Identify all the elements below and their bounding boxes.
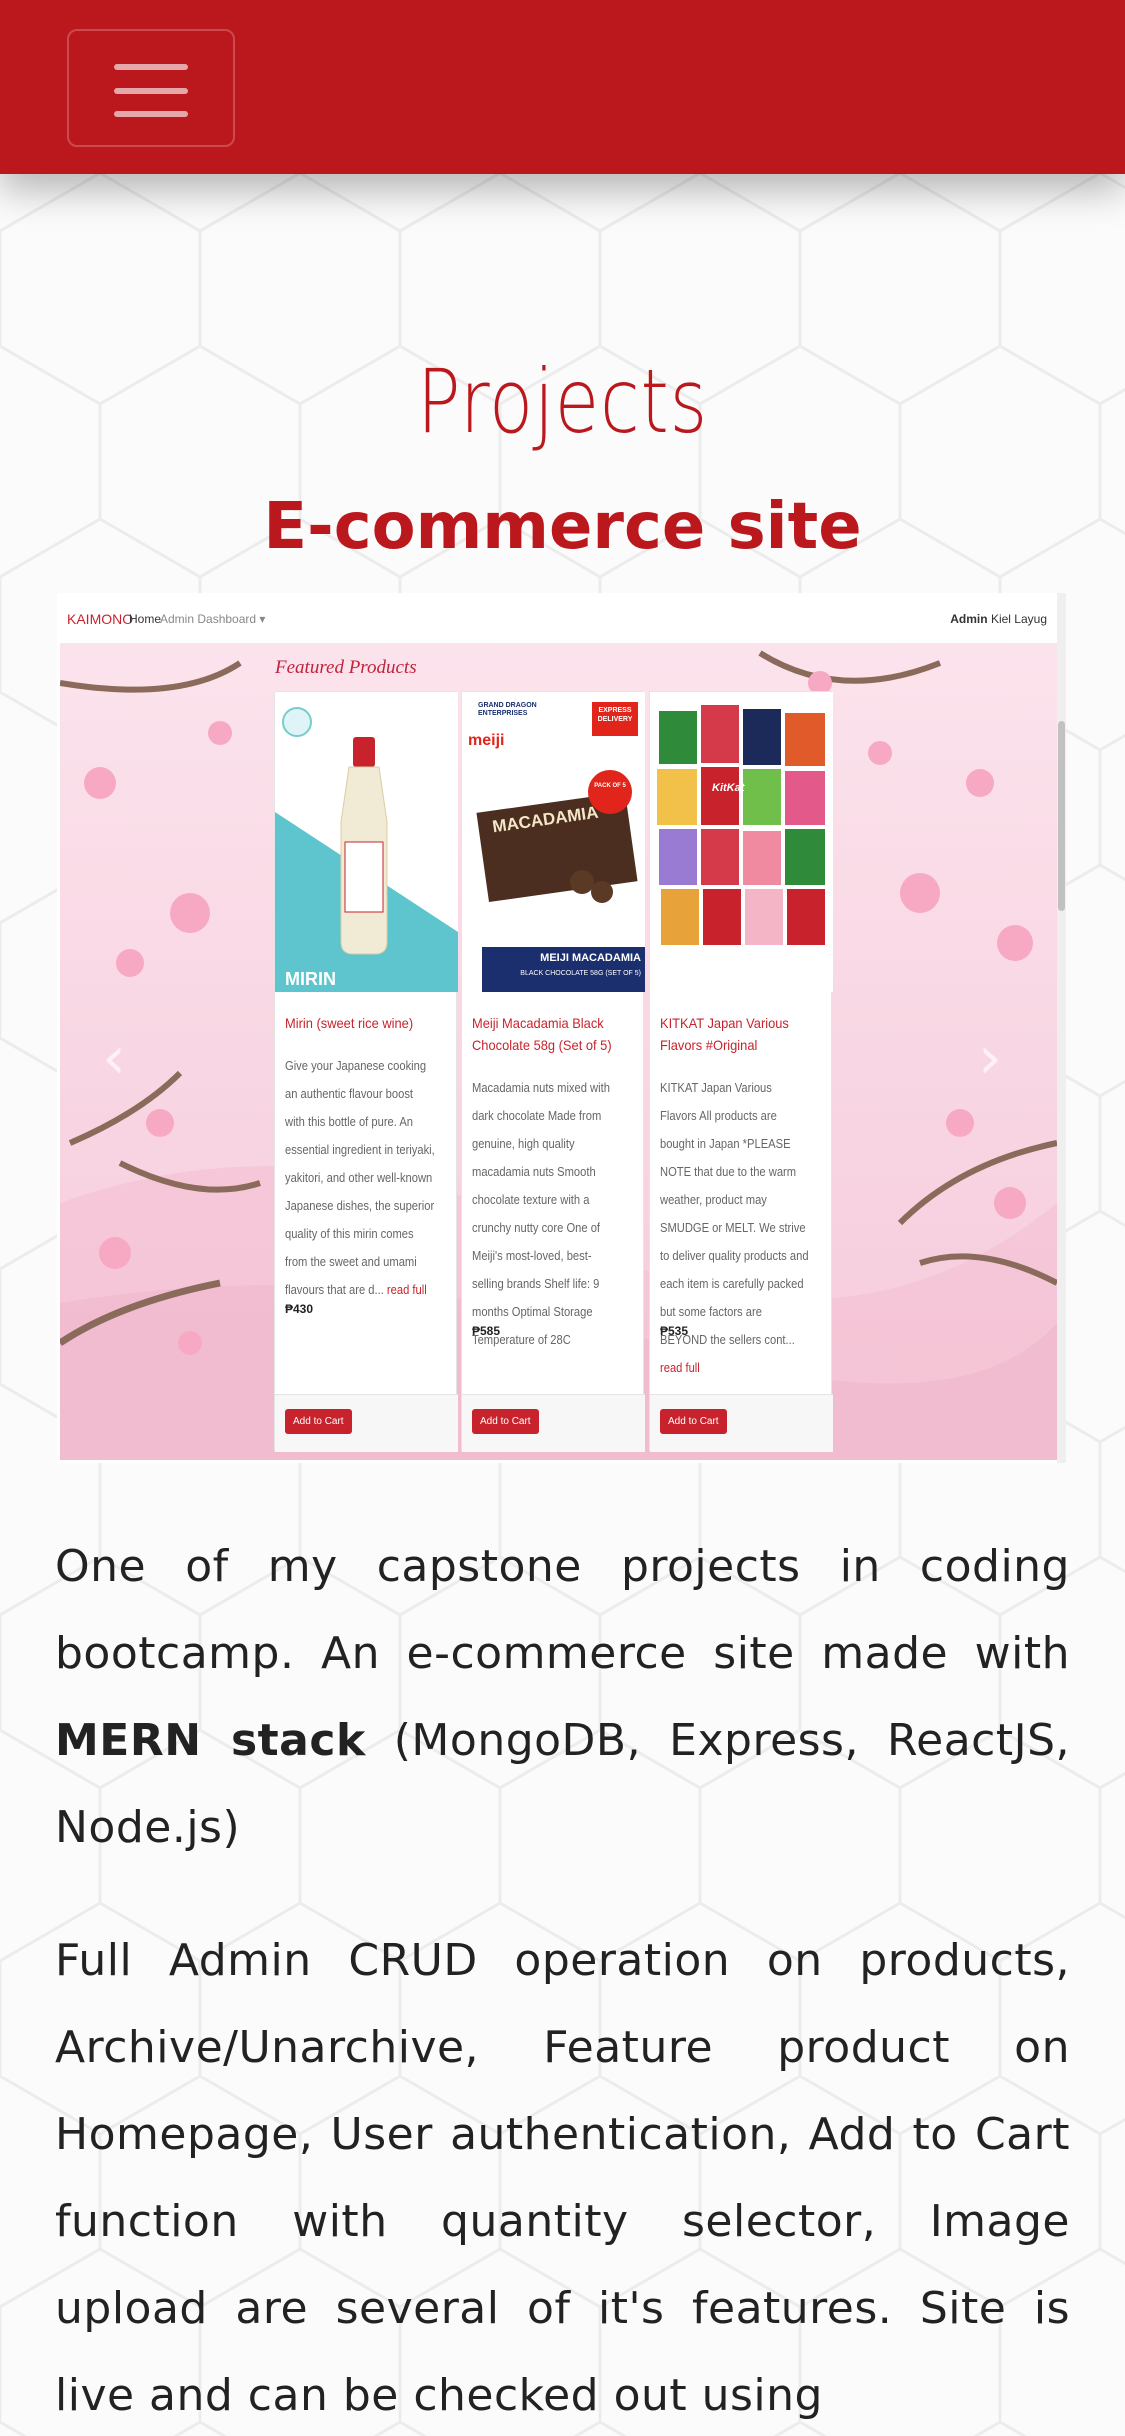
product-card: MIRIN Mirin (sweet rice wine) Give your … bbox=[274, 691, 458, 1452]
product-card: GRAND DRAGON ENTERPRISES EXPRESS DELIVER… bbox=[461, 691, 645, 1452]
product-image-logo: KitKat bbox=[712, 782, 745, 794]
tech-stack-highlight: MERN stack bbox=[55, 1715, 366, 1766]
product-price: ₱585 bbox=[472, 1324, 501, 1338]
screenshot-brand: KAIMONO bbox=[67, 611, 134, 627]
screenshot-user: Admin Kiel Layug bbox=[950, 612, 1047, 626]
product-price: ₱535 bbox=[660, 1324, 689, 1338]
carousel-next-icon[interactable]: › bbox=[978, 1023, 1002, 1093]
screenshot-nav-admin: Admin Dashboard ▾ bbox=[160, 612, 266, 626]
carousel-prev-icon[interactable]: ‹ bbox=[102, 1023, 126, 1093]
hamburger-menu-button[interactable] bbox=[67, 29, 235, 147]
product-image-label: MIRIN bbox=[285, 969, 336, 989]
product-name[interactable]: KITKAT Japan Various Flavors #Original bbox=[660, 1012, 812, 1056]
section-title: Projects bbox=[416, 350, 709, 453]
add-to-cart-button[interactable]: Add to Cart bbox=[472, 1409, 539, 1434]
featured-heading: Featured Products bbox=[275, 657, 417, 678]
hamburger-menu-icon bbox=[114, 64, 188, 70]
product-image-caption: MEIJI MACADAMIA bbox=[540, 952, 641, 964]
product-name[interactable]: Meiji Macadamia Black Chocolate 58g (Set… bbox=[472, 1012, 624, 1056]
product-description: Macadamia nuts mixed with dark chocolate… bbox=[472, 1080, 610, 1347]
product-name[interactable]: Mirin (sweet rice wine) bbox=[285, 1012, 437, 1034]
product-card: KitKat KITKAT Japan Various Flavors #Ori… bbox=[649, 691, 833, 1452]
read-full-link[interactable]: read full bbox=[660, 1360, 700, 1375]
screenshot-navbar: KAIMONO Home Admin Dashboard ▾ Admin Kie… bbox=[57, 593, 1057, 643]
screenshot-scrollbar bbox=[1057, 593, 1066, 1463]
add-to-cart-button[interactable]: Add to Cart bbox=[660, 1409, 727, 1434]
project-description-2: Full Admin CRUD operation on products, A… bbox=[55, 1935, 1070, 2421]
card-footer: Add to Cart bbox=[275, 1394, 458, 1452]
product-image: KitKat bbox=[650, 692, 833, 992]
product-image-subcaption: BLACK CHOCOLATE 58G (SET OF 5) bbox=[520, 970, 641, 977]
read-full-link[interactable]: read full bbox=[387, 1282, 427, 1297]
card-footer: Add to Cart bbox=[462, 1394, 645, 1452]
product-image-badge: EXPRESS DELIVERY bbox=[597, 707, 633, 723]
project-title: E-commerce site bbox=[263, 490, 862, 564]
product-price: ₱430 bbox=[285, 1302, 314, 1316]
product-image-pack: PACK OF 5 bbox=[594, 783, 626, 789]
product-image: MIRIN bbox=[275, 692, 458, 992]
product-description: Give your Japanese cooking an authentic … bbox=[285, 1058, 435, 1297]
project-description-1: One of my capstone projects in coding bo… bbox=[55, 1541, 1070, 1853]
project-screenshot: KAIMONO Home Admin Dashboard ▾ Admin Kie… bbox=[57, 593, 1066, 1463]
screenshot-nav-home: Home bbox=[129, 612, 162, 626]
product-image: GRAND DRAGON ENTERPRISES EXPRESS DELIVER… bbox=[462, 692, 645, 992]
top-navbar bbox=[0, 0, 1125, 174]
product-image-logo: meiji bbox=[468, 732, 505, 749]
add-to-cart-button[interactable]: Add to Cart bbox=[285, 1409, 352, 1434]
card-footer: Add to Cart bbox=[650, 1394, 833, 1452]
product-image-brand: GRAND DRAGON ENTERPRISES bbox=[478, 702, 537, 717]
